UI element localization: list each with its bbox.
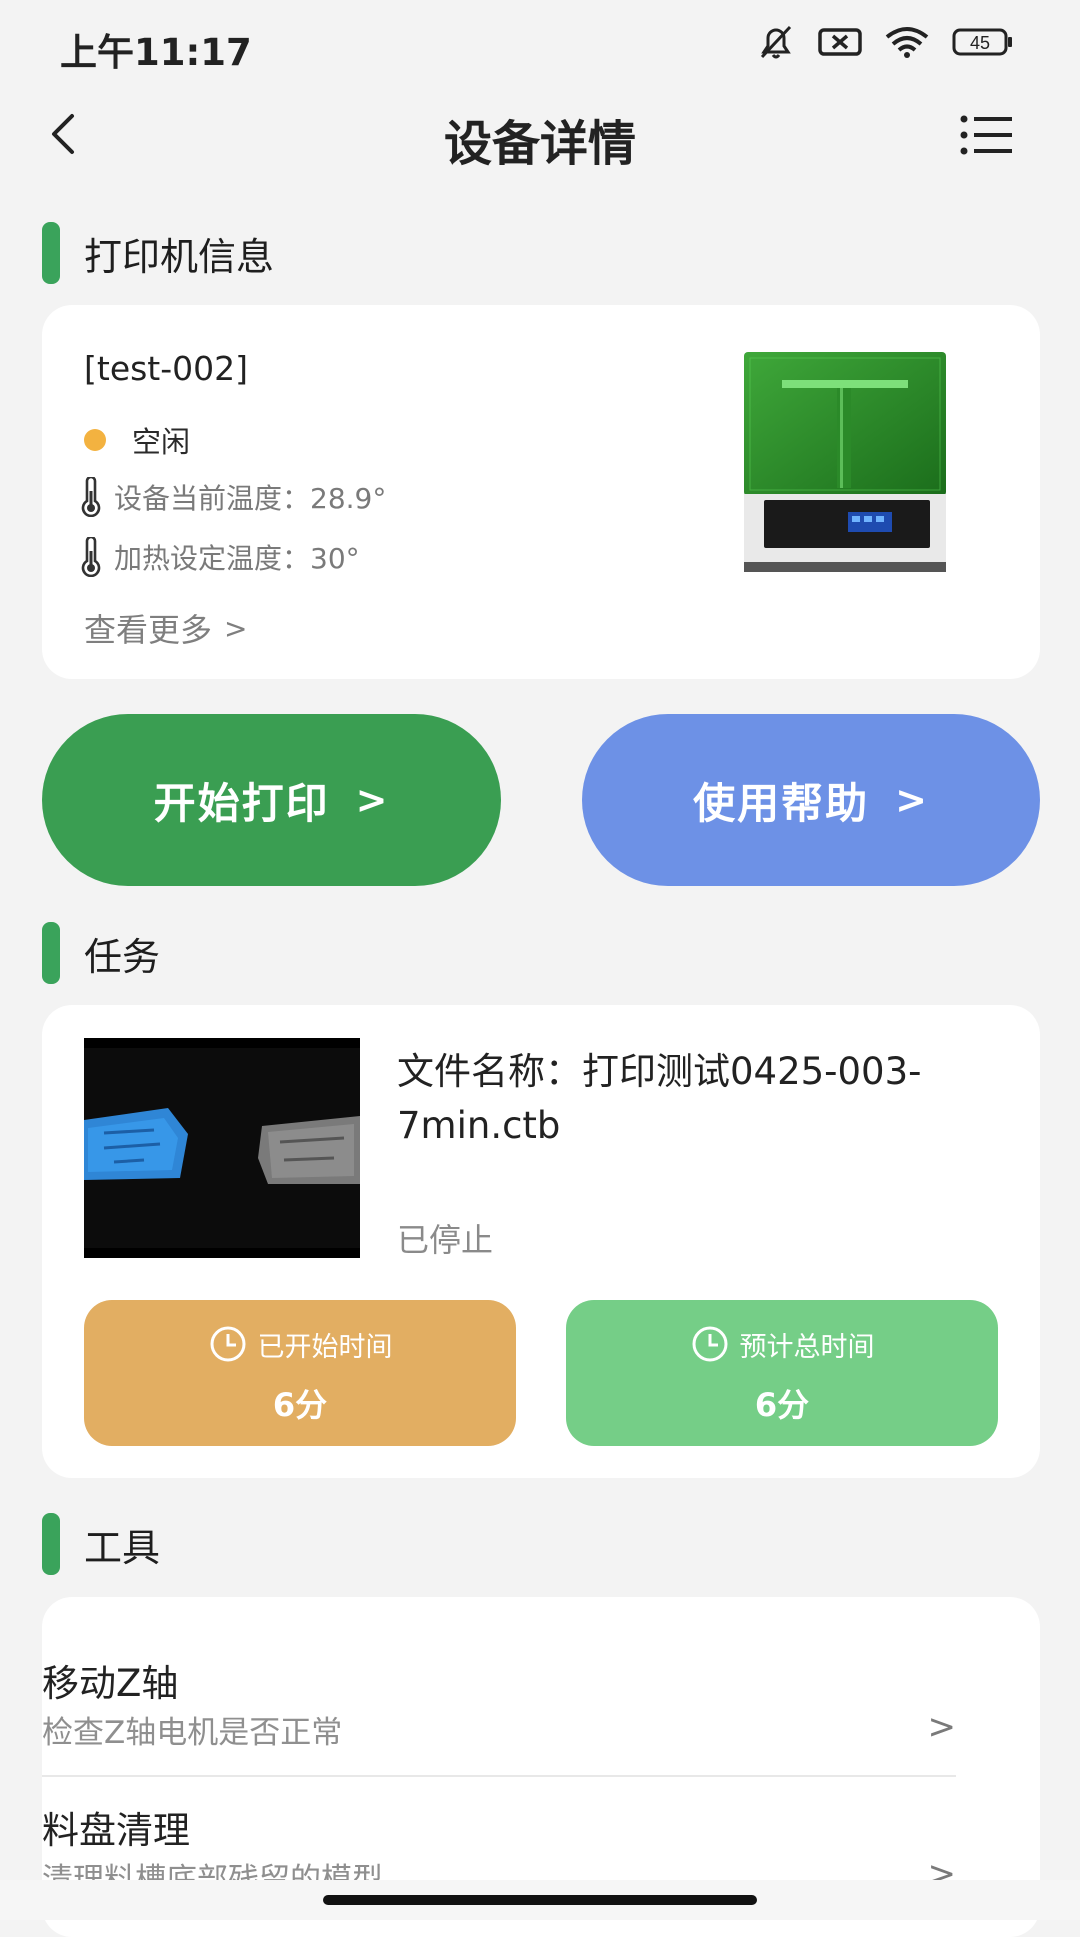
clock-icon (692, 1326, 727, 1362)
set-temp-row: 加热设定温度：30° (78, 537, 360, 577)
tools-section-header: 工具 (42, 1513, 160, 1575)
bell-off-icon (760, 25, 792, 59)
elapsed-time-box: 已开始时间 6分 (84, 1300, 516, 1446)
chevron-right-icon: > (927, 1707, 957, 1747)
battery-level: 45 (970, 33, 990, 53)
menu-button[interactable] (960, 114, 1014, 156)
section-accent-bar (42, 222, 60, 284)
total-time-label: 预计总时间 (739, 1331, 875, 1363)
task-thumbnail (84, 1038, 360, 1258)
printer-section-header: 打印机信息 (42, 222, 274, 284)
section-accent-bar (42, 922, 60, 984)
status-dot (84, 429, 106, 451)
page-title: 设备详情 (443, 116, 636, 172)
chevron-right-icon: > (224, 611, 248, 645)
total-time-value: 6分 (754, 1386, 810, 1424)
task-section-header: 任务 (42, 922, 160, 984)
elapsed-time-label-row: 已开始时间 (84, 1324, 516, 1364)
tool-item-tray-clean[interactable]: 料盘清理 清理料槽底部残留的模型 > (42, 1744, 956, 1898)
start-print-label: 开始打印 (153, 778, 330, 828)
help-label: 使用帮助 (693, 778, 870, 828)
blue-model-preview (84, 1108, 188, 1180)
total-time-box: 预计总时间 6分 (566, 1300, 998, 1446)
section-accent-bar (42, 1513, 60, 1575)
tools-section-title: 工具 (84, 1525, 161, 1570)
status-time: 上午11:17 (60, 31, 252, 74)
printer-card[interactable]: [test-002] 空闲 设备当前温度：28.9° 加热设定温度：30° 查看… (42, 305, 1040, 679)
thermometer-icon (81, 477, 101, 517)
thermometer-icon (81, 537, 101, 577)
elapsed-time-value: 6分 (272, 1386, 328, 1424)
view-more-label: 查看更多 (84, 611, 213, 649)
elapsed-time-label: 已开始时间 (257, 1331, 393, 1363)
help-button[interactable]: 使用帮助 > (582, 714, 1040, 886)
device-status-label: 空闲 (132, 425, 191, 459)
list-menu-icon (960, 115, 1012, 155)
tool-title: 料盘清理 (42, 1809, 190, 1852)
printer-section-title: 打印机信息 (84, 234, 275, 279)
task-status: 已停止 (397, 1221, 494, 1259)
home-indicator[interactable] (323, 1895, 757, 1905)
current-temp-row: 设备当前温度：28.9° (78, 477, 386, 517)
sim-x-icon (818, 28, 862, 56)
task-card[interactable]: 文件名称：打印测试0425-003-7min.ctb 已停止 已开始时间 6分 … (42, 1005, 1040, 1478)
task-section-title: 任务 (84, 934, 161, 979)
clock-icon (210, 1326, 245, 1362)
gray-model-preview (258, 1116, 360, 1184)
current-temp: 设备当前温度：28.9° (114, 482, 387, 515)
start-print-button[interactable]: 开始打印 > (42, 714, 501, 886)
printer-image (744, 352, 946, 572)
chevron-right-icon: > (895, 778, 929, 822)
total-time-label-row: 预计总时间 (566, 1324, 998, 1364)
chevron-right-icon: > (355, 778, 390, 822)
status-icons: 45 (756, 24, 1014, 60)
file-name: 文件名称：打印测试0425-003-7min.ctb (397, 1050, 922, 1147)
device-status: 空闲 (84, 419, 190, 461)
view-more-link[interactable]: 查看更多 > (84, 605, 247, 651)
tool-title: 移动Z轴 (42, 1662, 179, 1705)
tool-item-move-z[interactable]: 移动Z轴 检查Z轴电机是否正常 > (42, 1597, 956, 1751)
wifi-icon (885, 27, 929, 58)
battery-icon: 45 (952, 28, 1012, 56)
device-name: [test-002] (84, 349, 249, 388)
set-temp: 加热设定温度：30° (114, 542, 360, 575)
